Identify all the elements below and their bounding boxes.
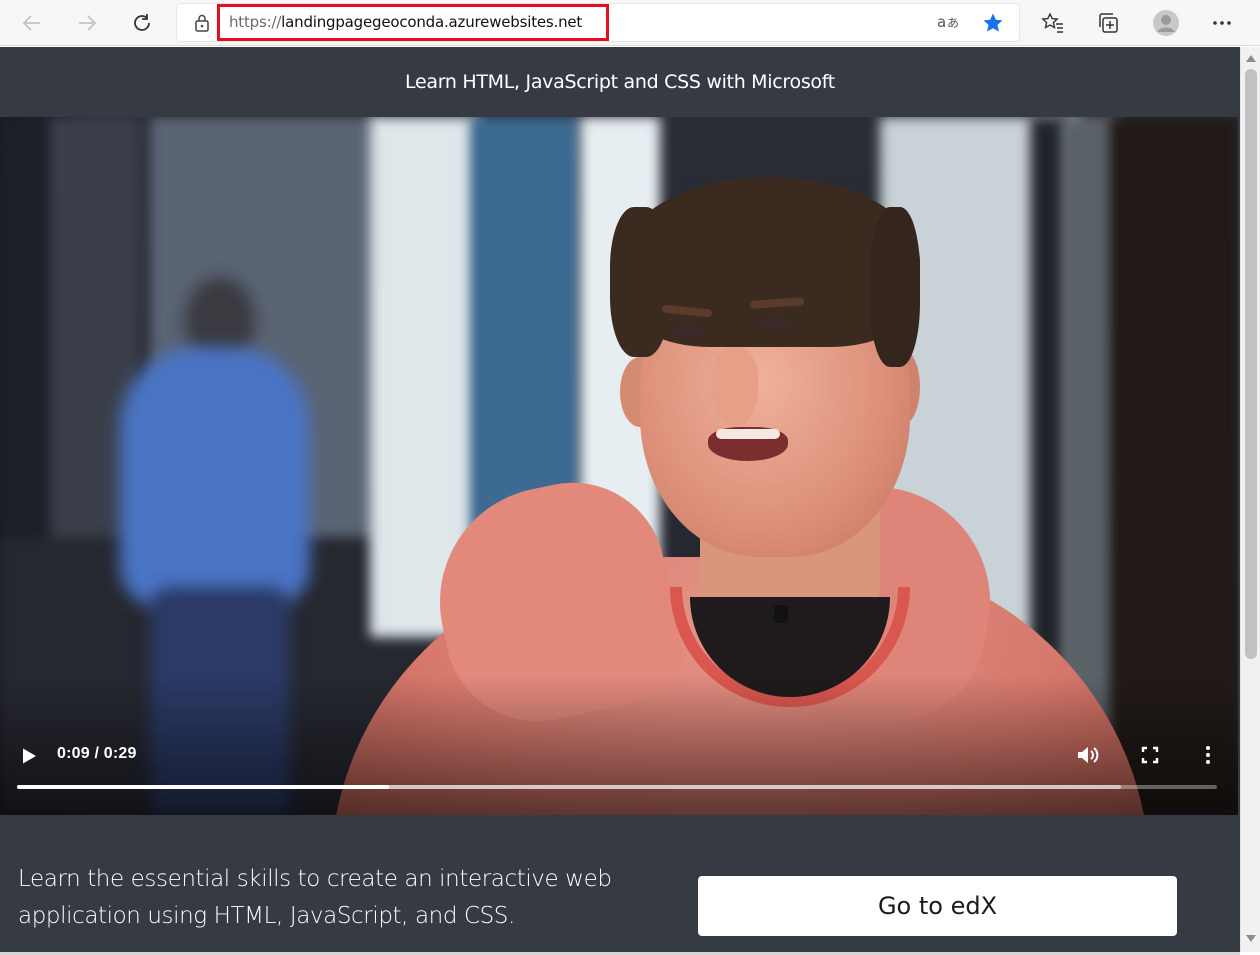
- presenter: [610, 207, 670, 357]
- forward-arrow-icon: [79, 15, 97, 31]
- video-time-display: 0:09 / 0:29: [57, 745, 137, 762]
- back-arrow-icon: [22, 15, 40, 31]
- presenter: [870, 207, 920, 367]
- video-options-button[interactable]: [1196, 741, 1220, 769]
- url-text[interactable]: https://landingpagegeoconda.azurewebsite…: [229, 13, 582, 31]
- forward-button[interactable]: [69, 5, 105, 41]
- volume-icon: [1078, 747, 1099, 763]
- scroll-down-arrow-icon[interactable]: [1246, 935, 1256, 942]
- page-header: Learn HTML, JavaScript and CSS with Micr…: [0, 47, 1240, 117]
- back-button[interactable]: [14, 5, 50, 41]
- refresh-button[interactable]: [124, 5, 160, 41]
- video-player[interactable]: 0:09 / 0:29: [0, 117, 1238, 815]
- background-person: [120, 347, 310, 607]
- more-menu-button[interactable]: [1204, 5, 1240, 41]
- scroll-up-arrow-icon[interactable]: [1246, 55, 1256, 62]
- collections-icon: [1099, 13, 1118, 33]
- favorites-list-icon: [1041, 12, 1063, 33]
- profile-button[interactable]: [1148, 5, 1184, 41]
- svg-text:あ: あ: [947, 16, 959, 30]
- favorite-star-icon[interactable]: [982, 12, 1004, 34]
- svg-text:a: a: [937, 13, 946, 31]
- address-bar[interactable]: https://landingpagegeoconda.azurewebsite…: [177, 4, 1019, 41]
- scrollbar-thumb[interactable]: [1245, 69, 1257, 659]
- presenter: [712, 347, 758, 427]
- video-controls-shade: [0, 675, 1238, 815]
- browser-toolbar: https://landingpagegeoconda.azurewebsite…: [0, 0, 1260, 46]
- video-progress-bar[interactable]: [17, 785, 1217, 789]
- presenter: [774, 605, 788, 623]
- presenter: [672, 325, 706, 337]
- more-menu-icon: [1213, 21, 1231, 25]
- presenter: [716, 429, 780, 439]
- web-page: Learn HTML, JavaScript and CSS with Micr…: [0, 47, 1240, 952]
- read-aloud-icon[interactable]: aあ: [936, 12, 960, 32]
- profile-avatar-icon: [1153, 10, 1179, 36]
- presenter: [758, 317, 792, 329]
- fullscreen-button[interactable]: [1136, 741, 1164, 769]
- play-icon: [23, 748, 36, 764]
- go-to-edx-button[interactable]: Go to edX: [698, 876, 1177, 936]
- volume-button[interactable]: [1074, 741, 1102, 769]
- video-played-bar: [17, 785, 390, 789]
- url-scheme: https://: [229, 13, 282, 31]
- page-title: Learn HTML, JavaScript and CSS with Micr…: [405, 71, 835, 93]
- description-line-2: application using HTML, JavaScript, and …: [18, 903, 515, 929]
- refresh-icon: [134, 14, 150, 31]
- favorites-button[interactable]: [1035, 5, 1071, 41]
- play-button[interactable]: [16, 743, 42, 769]
- vertical-scrollbar[interactable]: [1240, 47, 1260, 952]
- course-description: Learn the essential skills to create an …: [18, 861, 638, 935]
- vertical-more-icon: [1206, 746, 1210, 764]
- fullscreen-icon: [1141, 746, 1159, 764]
- url-host: landingpagegeoconda.azurewebsites.net: [281, 13, 583, 31]
- collections-button[interactable]: [1090, 5, 1126, 41]
- lock-icon[interactable]: [193, 13, 211, 33]
- description-line-1: Learn the essential skills to create an …: [18, 866, 612, 892]
